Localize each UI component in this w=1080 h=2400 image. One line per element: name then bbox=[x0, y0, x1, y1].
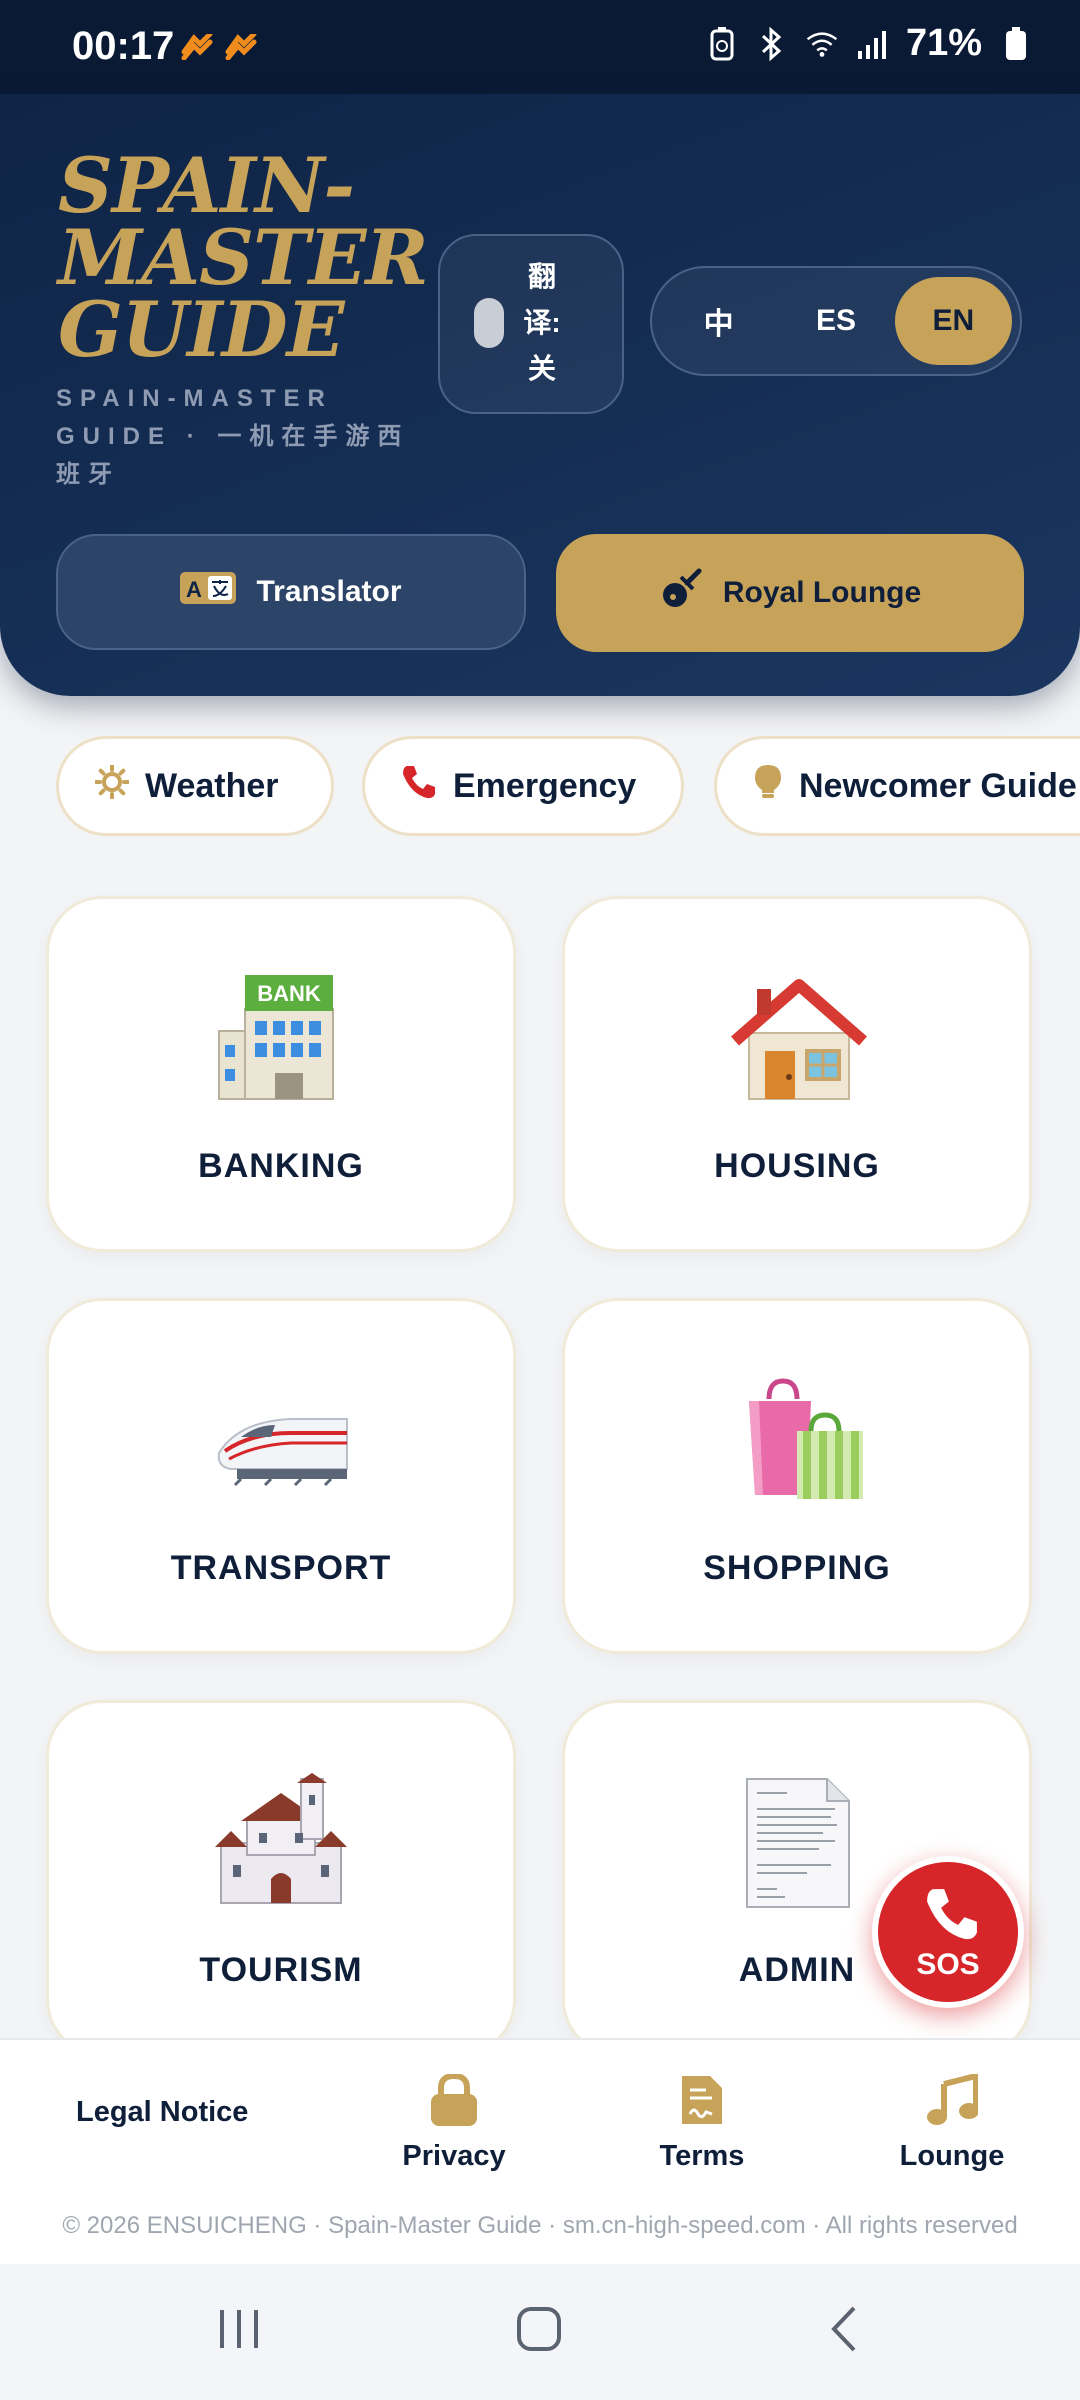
royal-lounge-button[interactable]: Royal Lounge bbox=[556, 534, 1024, 652]
category-label: BANKING bbox=[198, 1147, 364, 1185]
bank-icon: BANK bbox=[211, 969, 351, 1109]
category-label: SHOPPING bbox=[703, 1549, 891, 1587]
svg-text:BANK: BANK bbox=[257, 981, 321, 1006]
nav-terms[interactable]: Terms bbox=[622, 2040, 782, 2173]
category-card-banking[interactable]: BANK BANKING bbox=[46, 896, 516, 1252]
translate-toggle-label: 翻译:关 bbox=[523, 261, 561, 384]
lang-option-es[interactable]: ES bbox=[777, 277, 894, 365]
copyright-text: © 2026 ENSUICHENG · Spain-Master Guide ·… bbox=[62, 2212, 1018, 2239]
translate-toggle[interactable]: 翻译:关 bbox=[438, 234, 624, 414]
category-card-housing[interactable]: HOUSING bbox=[562, 896, 1032, 1252]
status-bar: 00:17 71% bbox=[0, 0, 1080, 94]
chip-label: Newcomer Guide bbox=[799, 766, 1077, 805]
translator-button[interactable]: A Translator bbox=[56, 534, 526, 650]
category-card-transport[interactable]: TRANSPORT bbox=[46, 1298, 516, 1654]
battery-icon bbox=[1000, 26, 1032, 62]
lock-icon bbox=[429, 2072, 479, 2126]
wifi-icon bbox=[806, 26, 838, 62]
guitar-icon bbox=[659, 567, 703, 619]
quick-chips: Weather Emergency Newcomer Guide bbox=[56, 736, 1080, 840]
status-time: 00:17 bbox=[72, 24, 175, 68]
signal-icon bbox=[856, 26, 888, 62]
house-icon bbox=[727, 969, 867, 1109]
category-label: HOUSING bbox=[714, 1147, 880, 1185]
sos-button[interactable]: SOS bbox=[872, 1856, 1024, 2008]
chip-newcomer-guide[interactable]: Newcomer Guide bbox=[714, 736, 1080, 836]
recent-apps-icon[interactable] bbox=[214, 2304, 264, 2354]
brand-title: SPAIN-MASTER GUIDE bbox=[58, 141, 429, 374]
translate-icon: A bbox=[180, 570, 237, 614]
language-switcher: 中 ES EN bbox=[650, 266, 1022, 376]
translator-button-label: Translator bbox=[256, 575, 402, 608]
phone-icon bbox=[401, 764, 437, 809]
svg-text:A: A bbox=[186, 577, 202, 602]
nav-lounge[interactable]: Lounge bbox=[872, 2040, 1032, 2173]
contract-icon bbox=[680, 2074, 724, 2126]
train-icon bbox=[211, 1371, 351, 1511]
category-label: TRANSPORT bbox=[170, 1549, 392, 1587]
brand-subtitle: SPAIN-MASTER GUIDE · 一机在手游西班牙 bbox=[56, 385, 410, 488]
sun-icon bbox=[94, 763, 130, 808]
battery-saver-icon bbox=[706, 26, 738, 62]
app-header: SPAIN-MASTER GUIDE SPAIN-MASTER GUIDE · … bbox=[0, 94, 1080, 696]
battery-percent: 71% bbox=[905, 22, 982, 64]
lightbulb-icon bbox=[753, 763, 783, 810]
chip-weather[interactable]: Weather bbox=[56, 736, 334, 836]
back-icon[interactable] bbox=[820, 2304, 870, 2354]
nav-label: Terms bbox=[659, 2140, 745, 2172]
royal-lounge-label: Royal Lounge bbox=[722, 576, 922, 609]
bluetooth-icon bbox=[756, 26, 788, 62]
system-nav-bar bbox=[0, 2264, 1080, 2400]
category-card-shopping[interactable]: SHOPPING bbox=[562, 1298, 1032, 1654]
nav-label: Privacy bbox=[402, 2140, 506, 2172]
legal-notice-link[interactable]: Legal Notice bbox=[76, 2096, 248, 2129]
category-card-tourism[interactable]: TOURISM bbox=[46, 1700, 516, 2056]
phone-icon bbox=[924, 1886, 980, 1947]
toggle-knob bbox=[474, 298, 504, 348]
chip-label: Emergency bbox=[453, 766, 637, 805]
home-icon[interactable] bbox=[514, 2304, 564, 2354]
chip-emergency[interactable]: Emergency bbox=[362, 736, 684, 836]
notification-icons bbox=[180, 31, 258, 61]
lang-option-en[interactable]: EN bbox=[894, 277, 1012, 365]
castle-icon bbox=[211, 1773, 351, 1913]
chip-label: Weather bbox=[145, 766, 279, 805]
document-icon bbox=[727, 1773, 867, 1913]
shopping-bags-icon bbox=[727, 1371, 867, 1511]
lang-option-zh[interactable]: 中 bbox=[660, 277, 777, 365]
app-notification-icon bbox=[180, 31, 214, 61]
music-note-icon bbox=[926, 2072, 979, 2126]
sos-label: SOS bbox=[916, 1948, 980, 1981]
app-notification-icon bbox=[224, 31, 258, 61]
nav-privacy[interactable]: Privacy bbox=[372, 2040, 536, 2173]
category-label: TOURISM bbox=[199, 1951, 363, 1989]
nav-label: Lounge bbox=[899, 2140, 1005, 2172]
